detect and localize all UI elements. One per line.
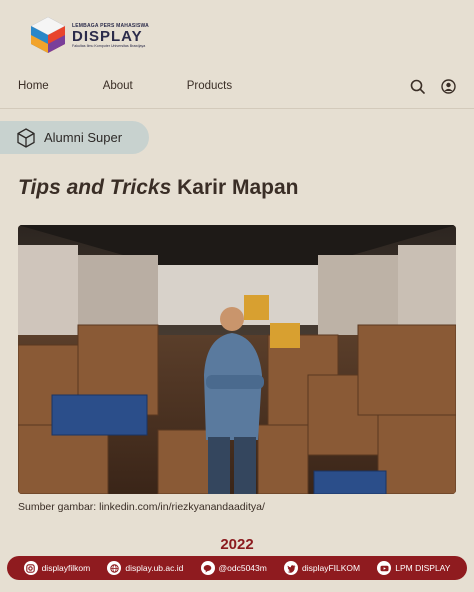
nav-about-link[interactable]: About <box>103 80 133 92</box>
footer-instagram-label: displayfilkom <box>41 563 91 573</box>
nav-divider <box>0 108 474 109</box>
image-caption: Sumber gambar: linkedin.com/in/riezkyana… <box>18 501 265 513</box>
footer-youtube[interactable]: LPM DISPLAY <box>377 561 450 575</box>
footer-twitter-label: displayFILKOM <box>302 563 361 573</box>
nav-icons <box>410 78 456 94</box>
nav-products-link[interactable]: Products <box>187 80 232 92</box>
user-icon[interactable] <box>441 78 456 94</box>
logo-main-text: DISPLAY <box>72 27 143 45</box>
footer-line[interactable]: @odc5043m <box>200 561 267 575</box>
main-nav: Home About Products <box>18 78 456 94</box>
footer-website-label: display.ub.ac.id <box>125 563 184 573</box>
line-icon <box>200 561 215 575</box>
article-photo <box>18 225 456 494</box>
display-cube-logo-icon <box>30 16 66 53</box>
year-label: 2022 <box>220 536 254 553</box>
nav-home-link[interactable]: Home <box>18 80 49 92</box>
footer-instagram[interactable]: displayfilkom <box>23 561 91 575</box>
site-logo[interactable]: LEMBAGA PERS MAHASISWA DISPLAY Fakultas … <box>28 12 188 58</box>
warehouse-photo-illustration <box>18 225 456 494</box>
footer-website[interactable]: display.ub.ac.id <box>107 561 183 575</box>
globe-icon <box>107 561 122 575</box>
instagram-icon <box>23 561 38 575</box>
search-icon[interactable] <box>410 79 425 94</box>
badge-label: Alumni Super <box>44 130 123 145</box>
footer-line-label: @odc5043m <box>218 563 267 573</box>
category-badge[interactable]: Alumni Super <box>0 121 149 154</box>
title-regular-part: Karir Mapan <box>171 176 299 199</box>
twitter-icon <box>284 561 298 575</box>
footer-youtube-label: LPM DISPLAY <box>395 563 451 573</box>
hexagon-cube-icon <box>17 127 35 148</box>
youtube-icon <box>377 561 392 575</box>
article-title: Tips and Tricks Karir Mapan <box>18 176 299 200</box>
logo-sub-text: Fakultas Ilmu Komputer Universitas Brawi… <box>72 43 146 48</box>
social-footer: displayfilkom display.ub.ac.id @odc5043m… <box>7 556 467 580</box>
footer-twitter[interactable]: displayFILKOM <box>284 561 360 575</box>
title-italic-part: Tips and Tricks <box>18 176 172 199</box>
